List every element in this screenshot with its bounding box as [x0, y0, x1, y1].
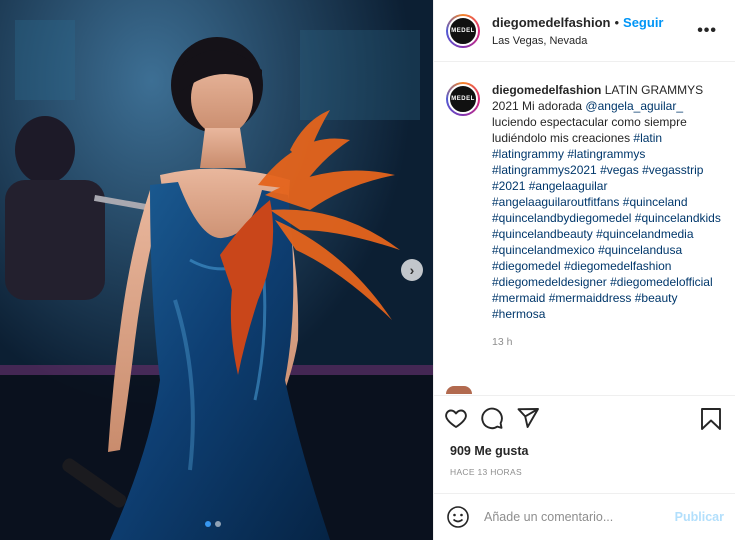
hashtag-link[interactable]: #beauty: [635, 291, 678, 305]
hashtag-link[interactable]: #diegomedeldesigner: [492, 275, 607, 289]
follow-button[interactable]: Seguir: [623, 15, 663, 30]
caption-username[interactable]: diegomedelfashion: [492, 83, 601, 97]
heart-icon[interactable]: [444, 406, 468, 430]
emoji-icon[interactable]: [446, 505, 470, 529]
caption-body-text: Mi adorada: [522, 99, 586, 113]
hashtag-link[interactable]: #quincelandmedia: [596, 227, 693, 241]
hashtag-link[interactable]: #diegomedel: [492, 259, 561, 273]
hashtag-link[interactable]: #latingrammy: [492, 147, 564, 161]
caption-text: diegomedelfashion LATIN GRAMMYS 2021 Mi …: [492, 82, 723, 322]
hashtag-link[interactable]: #quincelandkids: [635, 211, 721, 225]
carousel-indicator: [205, 521, 221, 527]
post-timestamp: HACE 13 HORAS: [450, 467, 522, 477]
hashtag-link[interactable]: #angelaaguilar: [529, 179, 608, 193]
action-bar: [434, 395, 735, 440]
next-image-button[interactable]: ›: [401, 259, 423, 281]
hashtag-link[interactable]: #hermosa: [492, 307, 545, 321]
hashtag-link[interactable]: #quinceland: [623, 195, 688, 209]
avatar-logo: MEDEL: [448, 15, 478, 46]
carousel-dot: [205, 521, 211, 527]
avatar[interactable]: MEDEL: [446, 13, 480, 48]
post-side-panel: MEDEL diegomedelfashion • Seguir Las Vegas…: [433, 0, 735, 540]
more-options-icon[interactable]: •••: [697, 22, 717, 40]
hashtag-link[interactable]: #quincelandusa: [598, 243, 682, 257]
post-image: [0, 0, 433, 540]
location-link[interactable]: Las Vegas, Nevada: [492, 35, 664, 47]
hashtag-link[interactable]: #latin: [633, 131, 662, 145]
comment-avatar-peek: [446, 386, 472, 394]
hashtag-link[interactable]: #mermaid: [492, 291, 545, 305]
share-icon[interactable]: [516, 406, 540, 430]
hashtag-link[interactable]: #diegomedelfashion: [564, 259, 671, 273]
caption-timestamp[interactable]: 13 h: [492, 334, 723, 350]
hashtag-link[interactable]: #mermaiddress: [549, 291, 632, 305]
chevron-right-icon: ›: [409, 262, 415, 278]
publish-button[interactable]: Publicar: [675, 510, 724, 524]
header-username[interactable]: diegomedelfashion: [492, 15, 610, 30]
mention-link[interactable]: @angela_aguilar_: [585, 99, 683, 113]
comment-icon[interactable]: [480, 406, 504, 430]
hashtag-link[interactable]: #latingrammys: [567, 147, 645, 161]
hashtag-link[interactable]: #quincelandbeauty: [492, 227, 593, 241]
caption-section: MEDEL diegomedelfashion LATIN GRAMMYS 20…: [434, 62, 735, 392]
comment-input[interactable]: [484, 510, 664, 524]
post-photo: ›: [0, 0, 433, 540]
comment-form: Publicar: [434, 493, 735, 540]
hashtag-link[interactable]: #2021: [492, 179, 525, 193]
caption: diegomedelfashion LATIN GRAMMYS 2021 Mi …: [492, 82, 723, 392]
avatar-logo: MEDEL: [448, 84, 478, 114]
hashtag-link[interactable]: #angelaaguilaroutfitfans: [492, 195, 619, 209]
hashtag-link[interactable]: #quincelandbydiegomedel: [492, 211, 631, 225]
hashtag-link[interactable]: #vegasstrip: [642, 163, 703, 177]
bookmark-icon[interactable]: [700, 407, 722, 431]
hashtag-link[interactable]: #diegomedelofficial: [610, 275, 713, 289]
avatar[interactable]: MEDEL: [446, 82, 480, 116]
separator-dot: •: [614, 15, 620, 30]
carousel-dot: [215, 521, 221, 527]
post-header: MEDEL diegomedelfashion • Seguir Las Vegas…: [434, 0, 735, 62]
like-count[interactable]: 909 Me gusta: [450, 444, 529, 458]
hashtag-link[interactable]: #vegas: [600, 163, 639, 177]
hashtag-link[interactable]: #quincelandmexico: [492, 243, 595, 257]
hashtag-link[interactable]: #latingrammys2021: [492, 163, 597, 177]
